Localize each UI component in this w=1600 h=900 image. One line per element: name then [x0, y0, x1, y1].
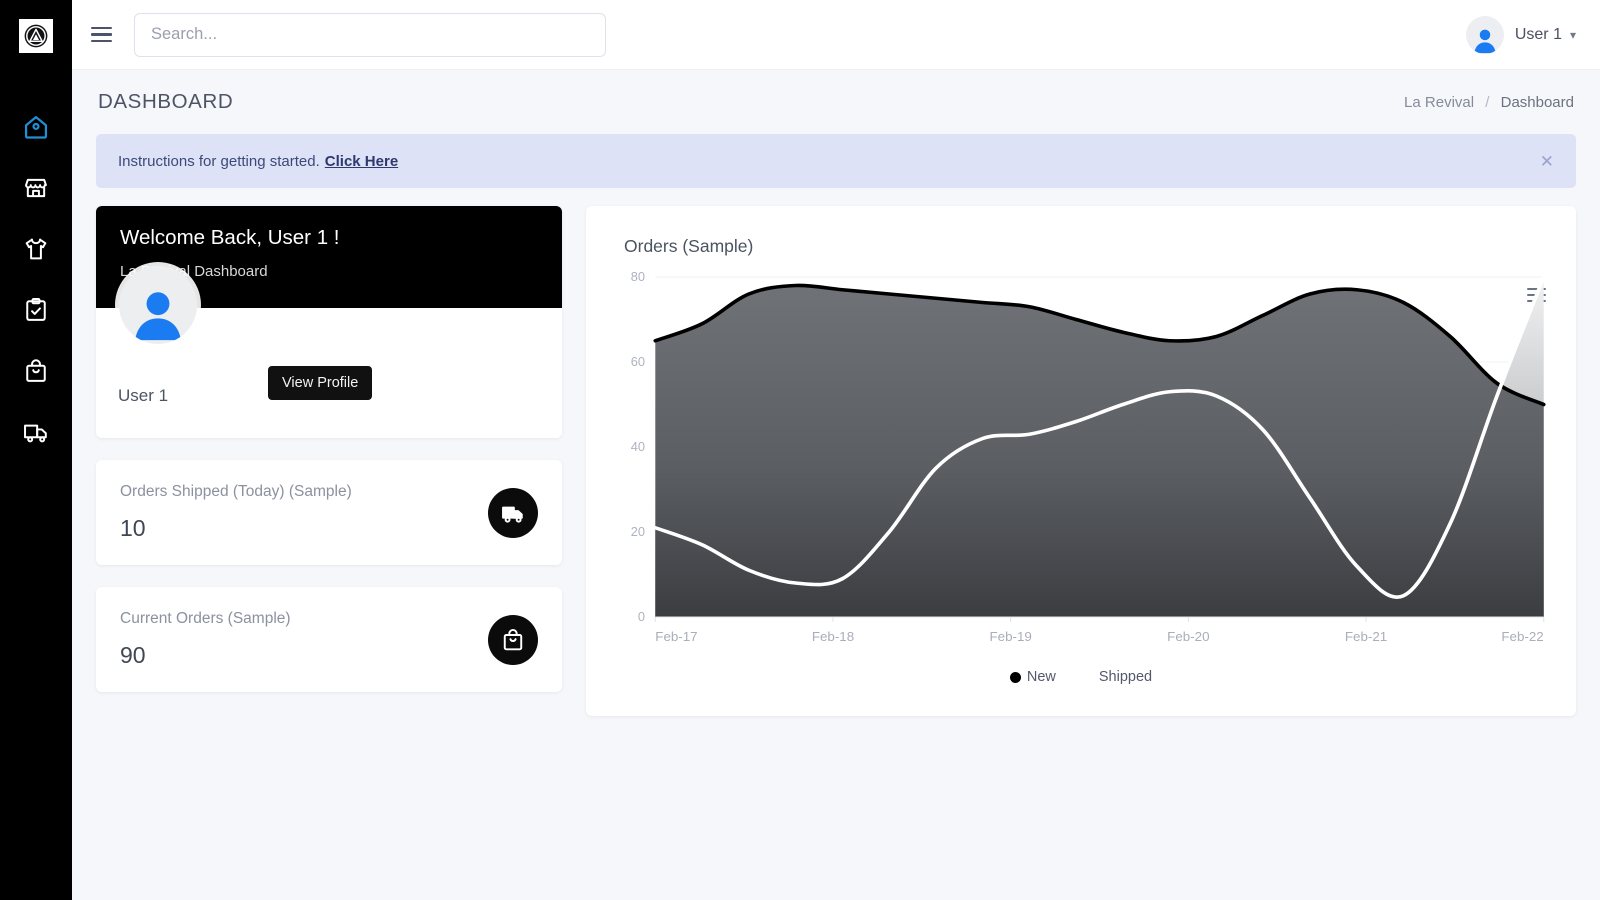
stat-card-orders-shipped: Orders Shipped (Today) (Sample) 10 — [96, 460, 562, 565]
chart-legend: New Shipped — [608, 669, 1554, 685]
page-title: DASHBOARD — [98, 90, 234, 113]
sidebar-item-dashboard[interactable] — [0, 96, 72, 157]
legend-marker-new — [1009, 671, 1021, 683]
svg-text:Feb-20: Feb-20 — [1167, 629, 1209, 644]
welcome-username: User 1 — [118, 386, 169, 405]
stat-value: 10 — [120, 515, 146, 541]
svg-text:40: 40 — [631, 440, 645, 454]
page-header: DASHBOARD La Revival / Dashboard — [96, 70, 1576, 134]
dashboard-grid: Welcome Back, User 1 ! La Revival Dashbo… — [96, 206, 1576, 716]
legend-label: Shipped — [1098, 669, 1153, 685]
banner-text-group: Instructions for getting started. Click H… — [118, 153, 398, 170]
banner-text: Instructions for getting started. — [118, 152, 320, 170]
left-column: Welcome Back, User 1 ! La Revival Dashbo… — [96, 206, 562, 692]
shopping-bag-icon — [488, 614, 538, 665]
right-column: Orders (Sample) 0 20 40 60 80 Feb-17 Feb… — [586, 206, 1576, 716]
breadcrumb: La Revival / Dashboard — [1404, 94, 1574, 111]
user-menu-label: User 1 — [1514, 25, 1562, 43]
truck-icon — [22, 418, 50, 446]
clipboard-check-icon — [22, 296, 50, 324]
stat-card-current-orders: Current Orders (Sample) 90 — [96, 587, 562, 692]
chart-x-axis-labels: Feb-17 Feb-18 Feb-19 Feb-20 Feb-21 Feb-22 — [654, 617, 1545, 644]
user-avatar-icon — [1465, 15, 1504, 54]
sidebar-item-orders[interactable] — [0, 340, 72, 401]
breadcrumb-separator: / — [1485, 93, 1490, 111]
menu-toggle-hamburger-icon[interactable] — [78, 26, 124, 43]
welcome-card: Welcome Back, User 1 ! La Revival Dashbo… — [96, 206, 562, 438]
svg-text:20: 20 — [631, 525, 645, 539]
stat-texts: Orders Shipped (Today) (Sample) 10 — [120, 483, 352, 542]
sidebar-item-store[interactable] — [0, 157, 72, 218]
sidebar-nav — [0, 96, 72, 462]
chart-y-axis-labels: 0 20 40 60 80 — [631, 270, 645, 624]
topbar: User 1 ▾ — [72, 0, 1600, 70]
legend-label: New — [1026, 669, 1056, 685]
instructions-banner: Instructions for getting started. Click H… — [96, 134, 1576, 188]
search-box[interactable] — [134, 12, 606, 57]
svg-text:0: 0 — [638, 610, 645, 624]
close-icon[interactable]: ✕ — [1540, 153, 1554, 170]
svg-text:60: 60 — [631, 355, 645, 369]
legend-marker-shipped — [1081, 671, 1093, 683]
view-profile-button[interactable]: View Profile — [268, 366, 373, 400]
svg-text:Feb-22: Feb-22 — [1501, 629, 1543, 644]
chevron-down-icon: ▾ — [1569, 27, 1576, 42]
page-content: DASHBOARD La Revival / Dashboard Instruc… — [72, 70, 1600, 900]
dashboard-app: User 1 ▾ DASHBOARD La Revival / Dashboar… — [0, 0, 1600, 900]
chart-series-areas — [655, 277, 1544, 617]
user-menu[interactable]: User 1 ▾ — [1465, 15, 1576, 54]
svg-text:Feb-19: Feb-19 — [990, 629, 1032, 644]
breadcrumb-root[interactable]: La Revival — [1404, 94, 1474, 111]
avatar — [119, 266, 197, 344]
svg-text:80: 80 — [631, 270, 645, 284]
svg-text:Feb-17: Feb-17 — [655, 629, 697, 644]
home-icon — [22, 113, 50, 141]
triangle-circle-logo-icon — [19, 19, 53, 53]
orders-area-chart: 0 20 40 60 80 Feb-17 Feb-18 Feb-19 Feb-20 Feb-21… — [631, 270, 1546, 644]
sidebar-item-tasks[interactable] — [0, 279, 72, 340]
welcome-card-body: User 1 View Profile — [96, 266, 562, 438]
svg-text:Feb-18: Feb-18 — [812, 629, 854, 644]
svg-text:Feb-21: Feb-21 — [1345, 629, 1387, 644]
banner-click-here-link[interactable]: Click Here — [325, 153, 398, 170]
search-input[interactable] — [151, 25, 589, 44]
legend-item-shipped[interactable]: Shipped — [1081, 669, 1153, 685]
tshirt-icon — [22, 235, 50, 263]
shopping-bag-icon — [22, 357, 50, 385]
stat-texts: Current Orders (Sample) 90 — [120, 610, 291, 669]
chart-plot-area: 0 20 40 60 80 Feb-17 Feb-18 Feb-19 Feb-20 Feb-21… — [608, 265, 1554, 665]
legend-item-new[interactable]: New — [1009, 669, 1056, 685]
sidebar — [0, 0, 72, 900]
main-area: User 1 ▾ DASHBOARD La Revival / Dashboar… — [72, 0, 1600, 900]
stat-label: Orders Shipped (Today) (Sample) — [120, 483, 352, 500]
store-icon — [22, 174, 50, 202]
truck-icon — [488, 487, 538, 538]
breadcrumb-current: Dashboard — [1500, 93, 1574, 111]
chart-title: Orders (Sample) — [624, 236, 754, 256]
orders-chart-card: Orders (Sample) 0 20 40 60 80 Feb-17 Feb… — [586, 206, 1576, 716]
chart-area-new — [655, 285, 1544, 617]
sidebar-item-shipping[interactable] — [0, 401, 72, 462]
app-logo[interactable] — [18, 18, 54, 54]
sidebar-item-products[interactable] — [0, 218, 72, 279]
stat-value: 90 — [120, 642, 146, 668]
stat-label: Current Orders (Sample) — [120, 610, 291, 627]
welcome-title: Welcome Back, User 1 ! — [120, 226, 340, 249]
